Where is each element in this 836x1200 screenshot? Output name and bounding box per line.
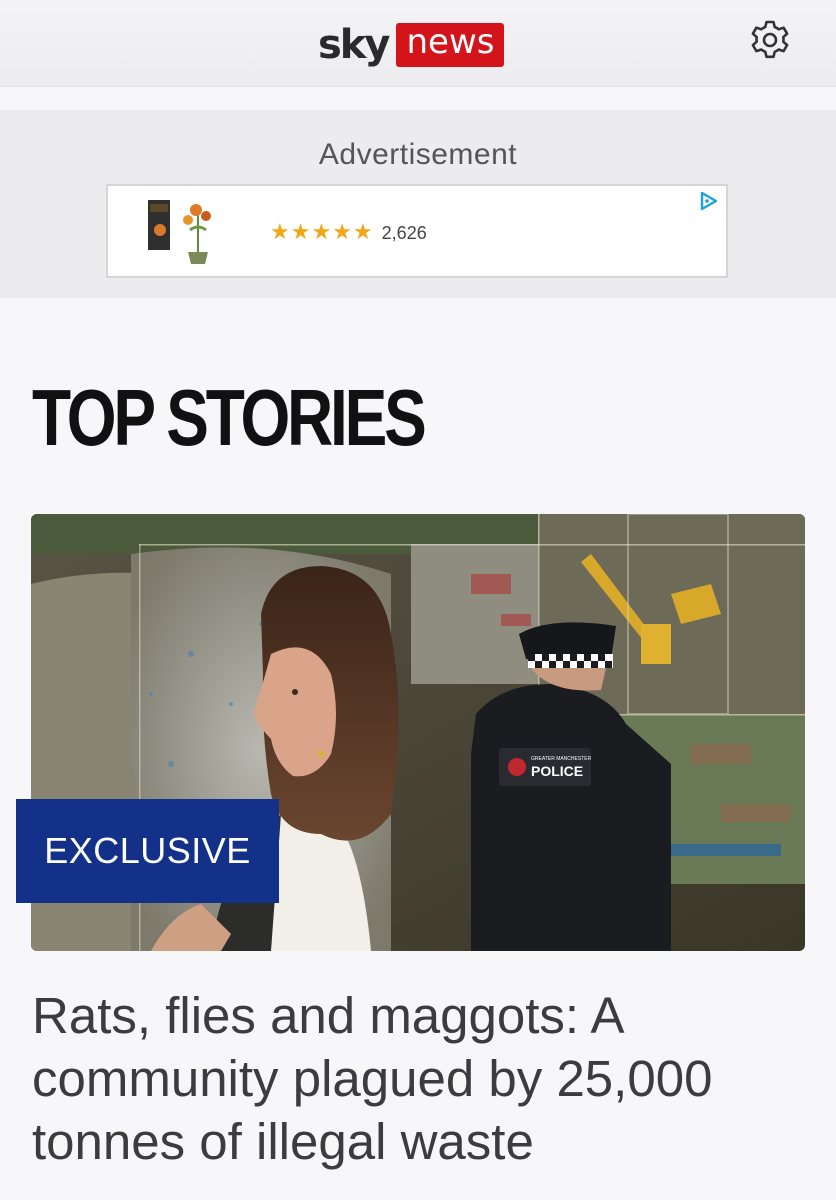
- sky-news-logo[interactable]: sky news: [318, 20, 505, 70]
- top-header: sky news: [0, 0, 836, 87]
- star-icon: ★: [352, 220, 373, 245]
- star-icon: ★: [332, 220, 352, 245]
- logo-news-text: news: [396, 23, 505, 67]
- star-icon: ★: [270, 220, 290, 245]
- advertisement-label: Advertisement: [318, 138, 518, 171]
- star-icon: ★: [290, 220, 311, 245]
- ad-review-count: 2,626: [381, 222, 427, 243]
- police-patch-text: POLICE: [531, 763, 583, 779]
- adchoices-icon[interactable]: [698, 190, 720, 212]
- star-icon: ★: [311, 220, 332, 245]
- ad-rating: ★ ★ ★ ★ ★ 2,626: [270, 222, 427, 244]
- story-headline[interactable]: Rats, flies and maggots: A community pla…: [32, 984, 812, 1173]
- gear-icon[interactable]: [746, 16, 794, 64]
- exclusive-badge: EXCLUSIVE: [16, 799, 279, 903]
- advertisement-banner[interactable]: ★ ★ ★ ★ ★ 2,626: [106, 184, 728, 278]
- police-patch-small: GREATER MANCHESTER: [531, 756, 592, 762]
- ad-product-image[interactable]: [146, 196, 222, 266]
- section-title: TOP STORIES: [32, 373, 427, 462]
- logo-sky-text: sky: [318, 22, 390, 68]
